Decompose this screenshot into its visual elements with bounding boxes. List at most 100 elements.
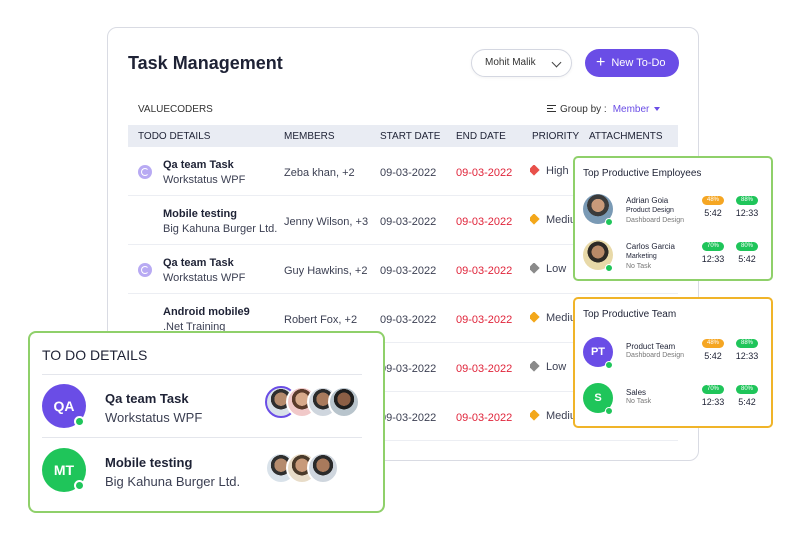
sync-icon [138,165,152,179]
time-value: 12:33 [701,397,725,407]
employee-task: Dashboard Design [626,217,684,224]
productivity-badge: 70% [702,242,724,251]
online-status-icon [605,361,613,369]
productivity-badge: 88% [736,196,758,205]
table-header: TODO DETAILS MEMBERS START DATE END DATE… [128,125,678,147]
task-end-date: 09-03-2022 [456,167,513,179]
page-title: Task Management [128,53,283,73]
col-start-date: START DATE [380,131,441,142]
team-name: Sales [626,388,647,397]
col-attachments: ATTACHMENTS [589,131,663,142]
time-value: 12:33 [735,208,759,218]
priority-icon [530,263,540,274]
task-title: Mobile testing [163,208,237,220]
priority-label: Low [546,263,567,275]
time-value: 5:42 [738,254,756,264]
time-value: 5:42 [704,351,722,361]
sort-icon [547,105,556,112]
priority-icon [530,214,540,225]
task-priority: Medium [530,312,576,324]
team-task: No Task [626,398,652,405]
employee-name: Carlos Garcia [626,242,675,251]
task-start-date: 09-03-2022 [380,314,437,326]
todo-title: Mobile testing [105,455,193,470]
task-title: Qa team Task [163,159,234,171]
plus-icon: + [596,54,606,71]
task-start-date: 09-03-2022 [380,265,437,277]
employee-task: No Task [626,263,652,270]
priority-label: High [546,165,569,177]
priority-icon [530,165,540,176]
employee-role: Product Design [626,207,674,214]
col-todo-details: TODO DETAILS [138,131,211,142]
task-title: Qa team Task [163,257,234,269]
todo-title: Qa team Task [105,391,189,406]
employee-row[interactable]: Carlos Garcia Marketing No Task 70% 80% … [583,240,766,280]
priority-label: Medium [546,410,576,422]
org-name: VALUECODERS [138,104,213,115]
employees-title: Top Productive Employees [583,168,702,179]
task-members: Robert Fox, +2 [284,314,358,326]
task-members: Zeba khan, +2 [284,167,355,179]
todo-item[interactable]: QA Qa team Task Workstatus WPF [42,384,372,434]
member-avatar [307,452,339,484]
priority-label: Low [546,361,567,373]
todo-project: Big Kahuna Burger Ltd. [105,474,241,489]
productivity-badge: 48% [702,196,724,205]
productivity-badge: 88% [736,339,758,348]
task-start-date: 09-03-2022 [380,167,437,179]
divider [42,437,362,438]
task-end-date: 09-03-2022 [456,265,513,277]
new-todo-button[interactable]: + New To-Do [585,49,679,77]
team-name: Product Team [626,342,676,351]
time-value: 12:33 [701,254,725,264]
group-by-label: Group by : [560,104,607,115]
task-priority: Low [530,361,576,373]
team-row[interactable]: S Sales No Task 70% 80% 12:33 5:42 [583,383,766,423]
user-select[interactable]: Mohit Malik [471,49,572,77]
time-value: 5:42 [738,397,756,407]
task-end-date: 09-03-2022 [456,216,513,228]
task-start-date: 09-03-2022 [380,216,437,228]
member-avatar [328,386,360,418]
online-status-icon [605,218,613,226]
chevron-down-icon [551,57,562,68]
todo-project: Workstatus WPF [105,410,203,425]
productivity-badge: 48% [702,339,724,348]
employee-name: Adrian Goia [626,196,669,205]
divider [42,374,362,375]
employee-row[interactable]: Adrian Goia Product Design Dashboard Des… [583,194,766,234]
col-priority: PRIORITY [532,131,580,142]
task-title: Android mobile9 [163,306,250,318]
priority-icon [530,410,540,421]
task-project: Big Kahuna Burger Ltd. [163,223,278,235]
col-members: MEMBERS [284,131,335,142]
col-end-date: END DATE [456,131,506,142]
priority-icon [530,312,540,323]
productivity-badge: 80% [736,242,758,251]
group-by-control[interactable]: Group by : Member [547,104,661,115]
priority-label: Medium [546,312,576,324]
todo-details-card: TO DO DETAILS QA Qa team Task Workstatus… [28,331,385,513]
time-value: 12:33 [735,351,759,361]
team-title: Top Productive Team [583,309,677,320]
online-status-icon [74,416,85,427]
task-start-date: 09-03-2022 [380,412,437,424]
task-project: Workstatus WPF [163,272,246,284]
todo-item[interactable]: MT Mobile testing Big Kahuna Burger Ltd. [42,448,372,498]
task-project: Workstatus WPF [163,174,246,186]
team-row[interactable]: PT Product Team Dashboard Design 48% 88%… [583,337,766,377]
productivity-badge: 80% [736,385,758,394]
caret-down-icon [654,107,661,111]
employee-role: Marketing [626,253,657,260]
task-priority: Low [530,263,576,275]
online-status-icon [605,407,613,415]
task-members: Guy Hawkins, +2 [284,265,368,277]
task-priority: High [530,165,576,177]
online-status-icon [74,480,85,491]
task-end-date: 09-03-2022 [456,363,513,375]
time-value: 5:42 [704,208,722,218]
todo-details-title: TO DO DETAILS [42,347,148,363]
online-status-icon [605,264,613,272]
new-todo-label: New To-Do [611,57,666,69]
